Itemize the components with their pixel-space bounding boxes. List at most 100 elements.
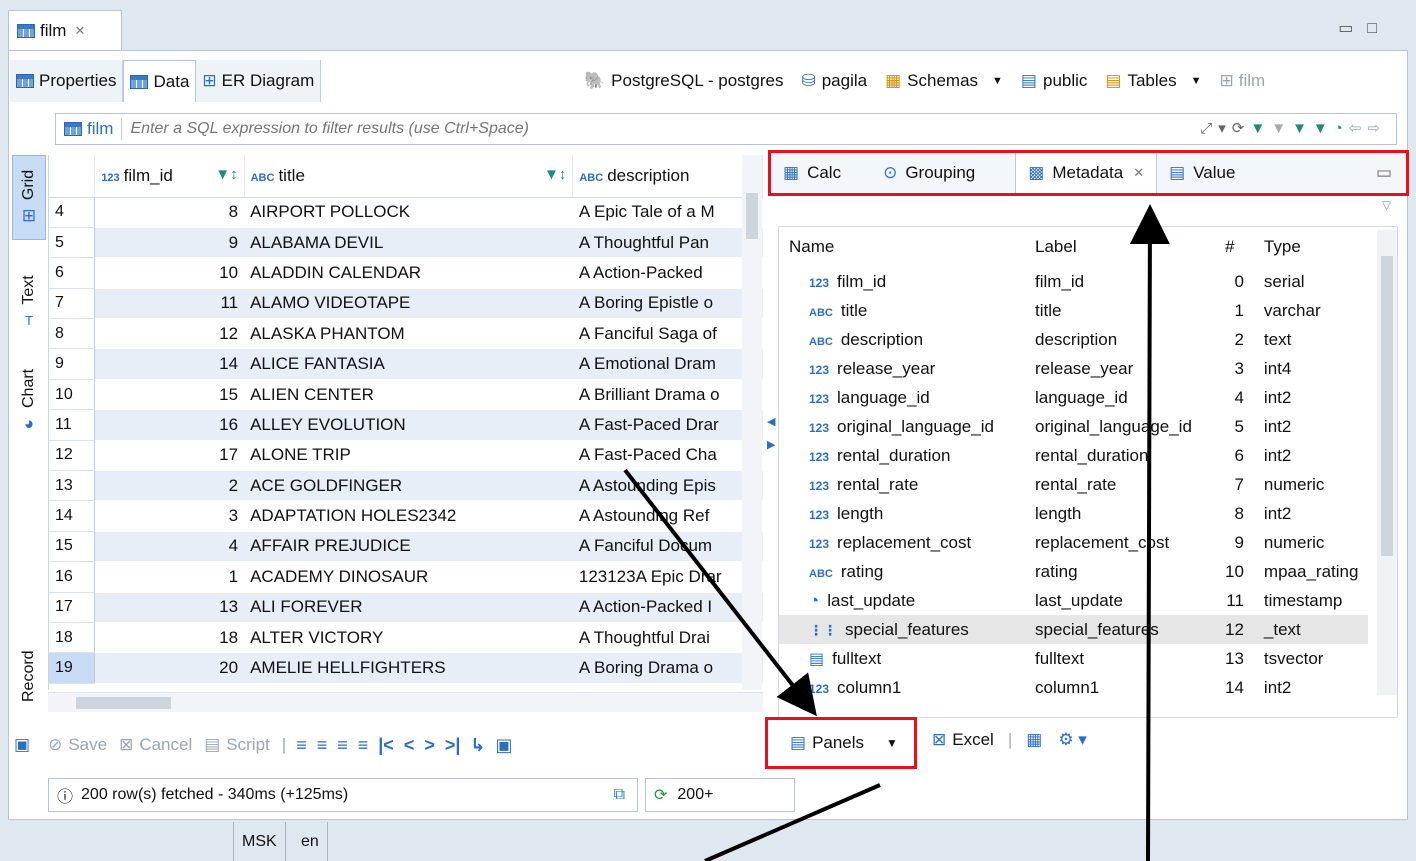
cell-description[interactable]: A Action-Packed (572, 257, 763, 289)
panel-toggle-icon[interactable]: ⧉ (614, 786, 625, 804)
chevron-down-icon[interactable]: ▼ (1191, 75, 1202, 87)
tab-grouping[interactable]: ⊙ Grouping (871, 153, 987, 193)
panels-button[interactable]: ▤ Panels ▼ (765, 717, 917, 769)
row-number[interactable]: 9 (49, 348, 96, 380)
layout-icon[interactable]: ▦ (1026, 730, 1042, 750)
schema-selector[interactable]: ▤ public (1021, 71, 1087, 91)
metadata-name[interactable]: 123 release_year (779, 354, 1025, 383)
tab-er-diagram[interactable]: ⊞ ER Diagram (196, 60, 322, 102)
cell-title[interactable]: AFFAIR PREJUDICE (244, 531, 573, 563)
metadata-row[interactable]: 123 language_id language_id 4 int2 (779, 383, 1368, 412)
row-number[interactable]: 19 (49, 652, 96, 684)
row-number[interactable]: 17 (49, 592, 96, 623)
cell-title[interactable]: ALAMO VIDEOTAPE (244, 288, 573, 320)
fetch-all-icon[interactable]: ▣ (496, 735, 513, 756)
metadata-row[interactable]: 123 film_id film_id 0 serial (779, 267, 1368, 296)
table-selector[interactable]: ⊞ film (1220, 71, 1266, 91)
tab-properties[interactable]: Properties (10, 60, 124, 102)
tab-record[interactable]: Record (12, 650, 46, 730)
collapse-right-icon[interactable]: ▶ (767, 438, 775, 451)
cell-film-id[interactable]: 12 (94, 318, 245, 350)
cell-title[interactable]: ALABAMA DEVIL (244, 227, 573, 259)
script-button[interactable]: ▤ Script (204, 735, 270, 755)
cell-title[interactable]: ALLEY EVOLUTION (244, 409, 573, 441)
metadata-label[interactable]: fulltext (1025, 644, 1215, 673)
metadata-row[interactable]: ◔ last_update last_update 11 timestamp (779, 586, 1368, 615)
save-button[interactable]: ⊘ Save (48, 735, 107, 755)
metadata-label[interactable]: original_language_id (1025, 412, 1215, 441)
copy-row-icon[interactable]: ≡ (337, 735, 348, 756)
cell-film-id[interactable]: 4 (94, 531, 245, 563)
row-number[interactable]: 11 (49, 409, 96, 441)
table-row[interactable]: 8 12 ALASKA PHANTOM A Fanciful Saga of (49, 318, 763, 350)
metadata-header-name[interactable]: Name (779, 227, 1025, 267)
metadata-label[interactable]: language_id (1025, 383, 1215, 412)
metadata-name[interactable]: ABC description (779, 325, 1025, 354)
table-row[interactable]: 16 1 ACADEMY DINOSAUR 123123A Epic Drar (49, 561, 763, 593)
cell-title[interactable]: ALADDIN CALENDAR (244, 257, 573, 289)
metadata-label[interactable]: release_year (1025, 354, 1215, 383)
schemas-selector[interactable]: ▦ Schemas ▼ (885, 71, 1003, 91)
cell-film-id[interactable]: 2 (94, 470, 245, 502)
metadata-name[interactable]: ABC title (779, 296, 1025, 325)
metadata-name[interactable]: 123 original_language_id (779, 412, 1025, 441)
cell-title[interactable]: AIRPORT POLLOCK (244, 197, 573, 228)
settings-icon[interactable]: ⚙ ▾ (1058, 730, 1087, 750)
table-row[interactable]: 15 4 AFFAIR PREJUDICE A Fanciful Docum (49, 531, 763, 563)
filter-input[interactable] (121, 118, 722, 140)
metadata-name[interactable]: 123 rental_rate (779, 470, 1025, 499)
metadata-row[interactable]: 123 original_language_id original_language… (779, 412, 1368, 441)
cell-film-id[interactable]: 11 (94, 288, 245, 320)
metadata-label[interactable]: rating (1025, 557, 1215, 586)
metadata-name[interactable]: 123 language_id (779, 383, 1025, 412)
cell-description[interactable]: A Brilliant Drama o (572, 379, 763, 411)
metadata-label[interactable]: column1 (1025, 673, 1215, 702)
cell-title[interactable]: ALONE TRIP (244, 440, 573, 472)
tab-data[interactable]: Data (123, 60, 197, 102)
cell-description[interactable]: A Fanciful Docum (572, 531, 763, 563)
metadata-row[interactable]: 123 replacement_cost replacement_cost 9 nume… (779, 528, 1368, 557)
metadata-label[interactable]: rental_rate (1025, 470, 1215, 499)
scroll-thumb[interactable] (746, 193, 758, 239)
column-header-film-id[interactable]: 123 film_id ▼↕ (94, 155, 245, 198)
last-page-icon[interactable]: >| (445, 735, 461, 756)
expand-icon[interactable]: ⤢ (1200, 120, 1218, 137)
results-grid[interactable]: 123 film_id ▼↕ ABC title ▼↕ ABC description 4… (48, 155, 763, 690)
cell-title[interactable]: AMELIE HELLFIGHTERS (244, 652, 573, 684)
table-row[interactable]: 9 14 ALICE FANTASIA A Emotional Dram (49, 348, 763, 380)
tables-selector[interactable]: ▤ Tables ▼ (1105, 71, 1201, 91)
cell-description[interactable]: A Fast-Paced Drar (572, 409, 763, 441)
metadata-name[interactable]: ◔ last_update (779, 586, 1025, 615)
cell-description[interactable]: A Astounding Ref (572, 500, 763, 532)
cell-description[interactable]: A Fanciful Saga of (572, 318, 763, 350)
cell-film-id[interactable]: 18 (94, 622, 245, 654)
metadata-header-label[interactable]: Label (1025, 227, 1215, 267)
panel-menu-icon[interactable]: ▽ (1382, 198, 1391, 212)
back-icon[interactable]: ⇦ (1349, 120, 1368, 137)
cell-description[interactable]: A Thoughtful Drai (572, 622, 763, 654)
row-number[interactable]: 10 (49, 379, 96, 411)
metadata-name[interactable]: 123 replacement_cost (779, 528, 1025, 557)
table-row[interactable]: 7 11 ALAMO VIDEOTAPE A Boring Epistle o (49, 288, 763, 320)
cell-film-id[interactable]: 16 (94, 409, 245, 441)
metadata-label[interactable]: length (1025, 499, 1215, 528)
tab-metadata[interactable]: ▩ Metadata ✕ (1015, 153, 1158, 193)
chevron-down-icon[interactable]: ▼ (886, 736, 898, 750)
refresh-icon[interactable]: ⟳ (1232, 120, 1251, 137)
edit-row-icon[interactable]: ≡ (296, 735, 307, 756)
cell-film-id[interactable]: 3 (94, 500, 245, 532)
cell-film-id[interactable]: 14 (94, 348, 245, 380)
cell-title[interactable]: ACE GOLDFINGER (244, 470, 573, 502)
metadata-row[interactable]: ABC rating rating 10 mpaa_rating (779, 557, 1368, 586)
cell-film-id[interactable]: 1 (94, 561, 245, 593)
tab-grid[interactable]: Grid ⊞ (12, 155, 46, 240)
table-row[interactable]: 4 8 AIRPORT POLLOCK A Epic Tale of a M (49, 197, 763, 228)
row-number[interactable]: 6 (49, 257, 96, 289)
previous-icon[interactable]: < (404, 735, 415, 756)
table-row[interactable]: 12 17 ALONE TRIP A Fast-Paced Cha (49, 440, 763, 472)
cell-title[interactable]: ALTER VICTORY (244, 622, 573, 654)
sort-filter-icon[interactable]: ▼↕ (544, 166, 566, 183)
row-number[interactable]: 18 (49, 622, 96, 654)
metadata-vertical-scrollbar[interactable] (1377, 230, 1397, 695)
cell-title[interactable]: ALIEN CENTER (244, 379, 573, 411)
